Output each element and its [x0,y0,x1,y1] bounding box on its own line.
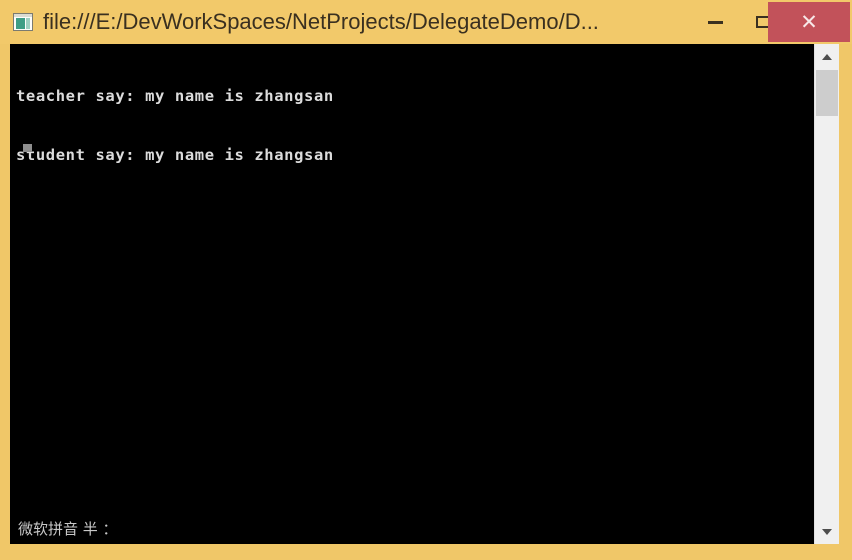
frame-left-edge [0,44,10,544]
icon-content-right [26,18,30,29]
close-button[interactable]: ✕ [768,2,850,42]
scroll-down-button[interactable] [815,519,839,544]
scrollbar-thumb[interactable] [816,70,838,116]
console-line: teacher say: my name is zhangsan [16,87,334,105]
title-bar[interactable]: file:///E:/DevWorkSpaces/NetProjects/Del… [0,0,852,44]
console-text-block: teacher say: my name is zhangsan student… [16,48,334,204]
scroll-up-button[interactable] [815,44,839,69]
console-line: student say: my name is zhangsan [16,145,334,164]
chevron-up-icon [822,53,832,60]
console-output[interactable]: teacher say: my name is zhangsan student… [10,44,814,544]
client-area: teacher say: my name is zhangsan student… [10,44,839,544]
window-title: file:///E:/DevWorkSpaces/NetProjects/Del… [43,9,599,34]
chevron-down-icon [822,528,832,535]
frame-right-edge [838,44,852,544]
minimize-button[interactable] [692,2,738,42]
close-icon: ✕ [800,10,818,34]
console-window-icon [13,13,33,31]
scrollbar-track[interactable] [815,69,839,519]
icon-content-left [16,18,25,29]
icon-titlebar-stripe [14,14,32,17]
frame-bottom-edge [0,544,852,560]
application-window: file:///E:/DevWorkSpaces/NetProjects/Del… [0,0,852,560]
text-cursor [23,144,32,152]
vertical-scrollbar[interactable] [814,44,839,544]
ime-status-text: 微软拼音 半 ： [18,520,118,538]
minimize-icon [707,20,723,24]
